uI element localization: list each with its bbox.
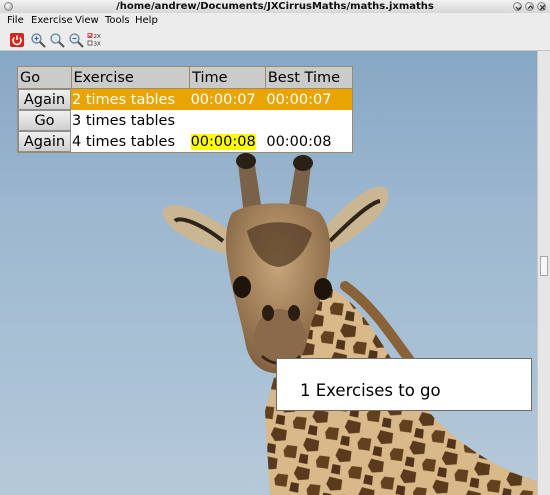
- again-button[interactable]: Again: [18, 89, 71, 110]
- table-row[interactable]: Again 2 times tables 00:00:07 00:00:07: [17, 88, 353, 110]
- svg-text:3X: 3X: [94, 42, 101, 48]
- column-header-go[interactable]: Go: [17, 66, 72, 89]
- menu-exercise[interactable]: Exercise: [31, 15, 73, 27]
- exercise-table: Go Exercise Time Best Time Again 2 times…: [17, 66, 354, 153]
- multiplication-table-icon[interactable]: 2X 3X: [87, 32, 105, 48]
- exercise-name: 3 times tables: [72, 112, 176, 129]
- table-header-row: Go Exercise Time Best Time: [17, 66, 354, 89]
- vertical-scrollbar[interactable]: [537, 51, 550, 495]
- svg-text:2X: 2X: [94, 34, 101, 40]
- go-cell: Again: [18, 131, 71, 153]
- time-value: [190, 110, 266, 131]
- exercise-name: 4 times tables: [72, 133, 176, 150]
- minimize-icon[interactable]: [513, 2, 522, 11]
- zoom-out-icon[interactable]: [68, 32, 84, 48]
- menu-help[interactable]: Help: [135, 15, 158, 27]
- table-row[interactable]: Go 3 times tables: [18, 110, 353, 131]
- time-value-cell: 00:00:08: [190, 131, 266, 153]
- exercise-name: 2 times tables: [71, 88, 190, 110]
- close-icon[interactable]: [537, 2, 546, 11]
- best-time-value: 00:00:07: [265, 88, 353, 110]
- power-icon[interactable]: [9, 32, 25, 48]
- menu-bar: File Exercise View Tools Help: [0, 13, 550, 29]
- again-button[interactable]: Again: [18, 131, 71, 152]
- best-time-value: [265, 110, 352, 131]
- exercises-remaining-box: 1 Exercises to go: [276, 358, 532, 411]
- table-row[interactable]: Again 4 times tables 00:00:08 00:00:08: [18, 131, 353, 153]
- window-title-bar: /home/andrew/Documents/JXCirrusMaths/mat…: [0, 0, 550, 14]
- menu-view[interactable]: View: [75, 15, 99, 27]
- menu-tools[interactable]: Tools: [105, 15, 130, 27]
- scrollbar-thumb[interactable]: [540, 256, 548, 276]
- column-header-best-time[interactable]: Best Time: [264, 66, 354, 89]
- zoom-in-icon[interactable]: [30, 32, 46, 48]
- go-button[interactable]: Go: [18, 110, 71, 131]
- maximize-icon[interactable]: [525, 2, 534, 11]
- zoom-reset-icon[interactable]: [49, 32, 65, 48]
- go-cell: Again: [17, 88, 71, 110]
- window-title: /home/andrew/Documents/JXCirrusMaths/mat…: [116, 1, 434, 12]
- time-value: 00:00:07: [189, 88, 266, 110]
- exercises-remaining-text: 1 Exercises to go: [300, 381, 441, 400]
- exercise-canvas: Go Exercise Time Best Time Again 2 times…: [0, 51, 537, 495]
- best-time-value: 00:00:08: [266, 133, 332, 150]
- column-header-time[interactable]: Time: [189, 66, 266, 89]
- go-cell: Go: [18, 110, 71, 131]
- toolbar: 2X 3X: [0, 29, 550, 51]
- column-header-exercise[interactable]: Exercise: [70, 66, 191, 89]
- time-value: 00:00:08: [190, 133, 256, 150]
- menu-file[interactable]: File: [7, 15, 24, 27]
